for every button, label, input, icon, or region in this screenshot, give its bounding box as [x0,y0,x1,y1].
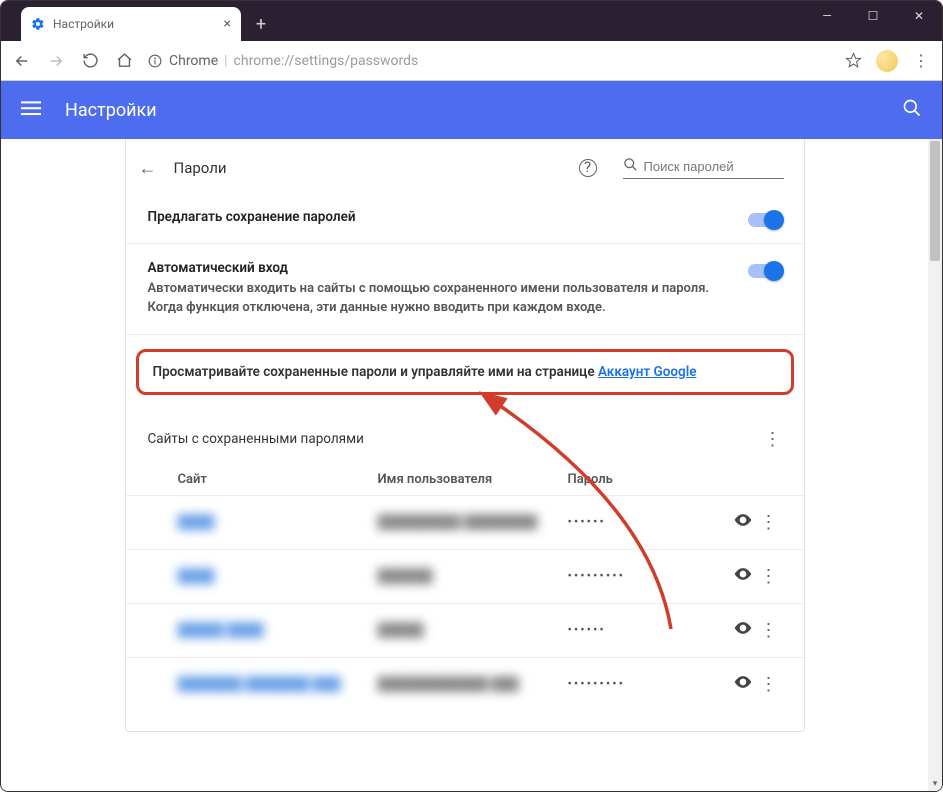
scroll-down-icon[interactable]: ▾ [928,777,942,791]
tab-title: Настройки [53,17,114,31]
reload-button[interactable] [79,50,101,72]
google-account-link[interactable]: Аккаунт Google [598,364,697,380]
vertical-scrollbar[interactable]: ▴ ▾ [928,139,942,791]
auto-signin-desc: Автоматически входить на сайты с помощью… [148,280,728,318]
password-cell: ••••••••• [568,569,730,584]
profile-avatar[interactable] [876,50,898,72]
window-controls: — ☐ ✕ [804,1,942,31]
help-icon[interactable]: ? [579,159,597,177]
password-search[interactable] [623,157,784,179]
auto-signin-row: Автоматический вход Автоматически входит… [126,244,804,335]
col-pass: Пароль [568,472,782,487]
site-cell[interactable]: ████ [178,568,215,584]
back-button[interactable] [11,50,33,72]
google-account-hint: Просматривайте сохраненные пароли и упра… [136,349,794,395]
scroll-thumb[interactable] [930,141,940,261]
col-site: Сайт [178,472,378,487]
user-cell: ██████ [378,568,433,584]
search-icon [623,157,638,176]
url-scheme: Chrome [169,53,218,69]
minimize-button[interactable]: — [804,1,850,31]
forward-button[interactable] [45,50,67,72]
reveal-password-icon[interactable] [730,510,756,535]
password-cell: •••••• [568,623,730,638]
browser-window: Настройки × + — ☐ ✕ Chrome | chro [0,0,943,792]
url-separator: | [224,53,227,69]
close-tab-icon[interactable]: × [224,16,231,32]
home-button[interactable] [113,50,135,72]
offer-save-label: Предлагать сохранение паролей [148,209,728,225]
url-text: chrome://settings/passwords [234,53,419,69]
saved-list-more-icon[interactable]: ⋮ [764,429,782,450]
password-cell: ••••••••• [568,677,730,692]
user-cell: █████ [378,622,424,638]
reveal-password-icon[interactable] [730,672,756,697]
header-search-icon[interactable] [902,98,922,123]
password-rows: █████████████ ████████••••••⋮██████████•… [126,495,804,711]
settings-header: Настройки [1,81,942,139]
password-row: ███████ ███████ ███ ████████████ ███ •••••… [126,657,804,711]
password-row: ██████████•••••••••⋮ [126,549,804,603]
password-row: █████ ████ █████ •••••• ⋮ [126,603,804,657]
content-viewport: ← Пароли ? Предлагать сохранение паролей [1,139,942,791]
card-header: ← Пароли ? [126,139,804,193]
gear-icon [31,17,45,31]
row-more-icon[interactable]: ⋮ [756,620,782,641]
back-arrow-icon[interactable]: ← [134,158,162,179]
row-more-icon[interactable]: ⋮ [756,674,782,695]
google-account-hint-text: Просматривайте сохраненные пароли и упра… [153,364,598,380]
offer-save-toggle[interactable] [748,213,782,227]
scroll-area: ← Пароли ? Предлагать сохранение паролей [1,139,928,791]
column-headers: Сайт Имя пользователя Пароль [126,458,804,495]
passwords-card: ← Пароли ? Предлагать сохранение паролей [125,139,805,732]
saved-list-header: Сайты с сохраненными паролями ⋮ [126,405,804,458]
new-tab-button[interactable]: + [247,10,275,38]
card-title: Пароли [174,159,227,177]
site-cell[interactable]: █████ ████ [178,622,264,638]
address-bar[interactable]: Chrome | chrome://settings/passwords [147,50,864,72]
user-cell: ████████████ ███ [378,676,519,692]
browser-toolbar: Chrome | chrome://settings/passwords ⋮ [1,41,942,81]
auto-signin-toggle[interactable] [748,264,782,278]
row-more-icon[interactable]: ⋮ [756,512,782,533]
site-info-icon[interactable] [147,50,163,72]
maximize-button[interactable]: ☐ [850,1,896,31]
site-cell[interactable]: ████ [178,514,215,530]
browser-menu-icon[interactable]: ⋮ [910,50,932,72]
browser-tab[interactable]: Настройки × [21,7,241,41]
offer-save-row: Предлагать сохранение паролей [126,193,804,244]
reveal-password-icon[interactable] [730,564,756,589]
password-cell: •••••• [568,515,730,530]
close-window-button[interactable]: ✕ [896,1,942,31]
row-more-icon[interactable]: ⋮ [756,566,782,587]
col-user: Имя пользователя [378,472,568,487]
reveal-password-icon[interactable] [730,618,756,643]
settings-title: Настройки [65,100,157,121]
bookmark-star-icon[interactable] [842,50,864,72]
user-cell: █████████ ████████ [378,514,538,530]
hamburger-menu-icon[interactable] [21,98,41,123]
auto-signin-label: Автоматический вход [148,260,728,276]
saved-list-title: Сайты с сохраненными паролями [148,431,364,447]
password-search-input[interactable] [644,157,784,176]
site-cell[interactable]: ███████ ███████ ███ [178,676,341,692]
titlebar: Настройки × + — ☐ ✕ [1,1,942,41]
password-row: ████ █████████ ████████ •••••• ⋮ [126,495,804,549]
